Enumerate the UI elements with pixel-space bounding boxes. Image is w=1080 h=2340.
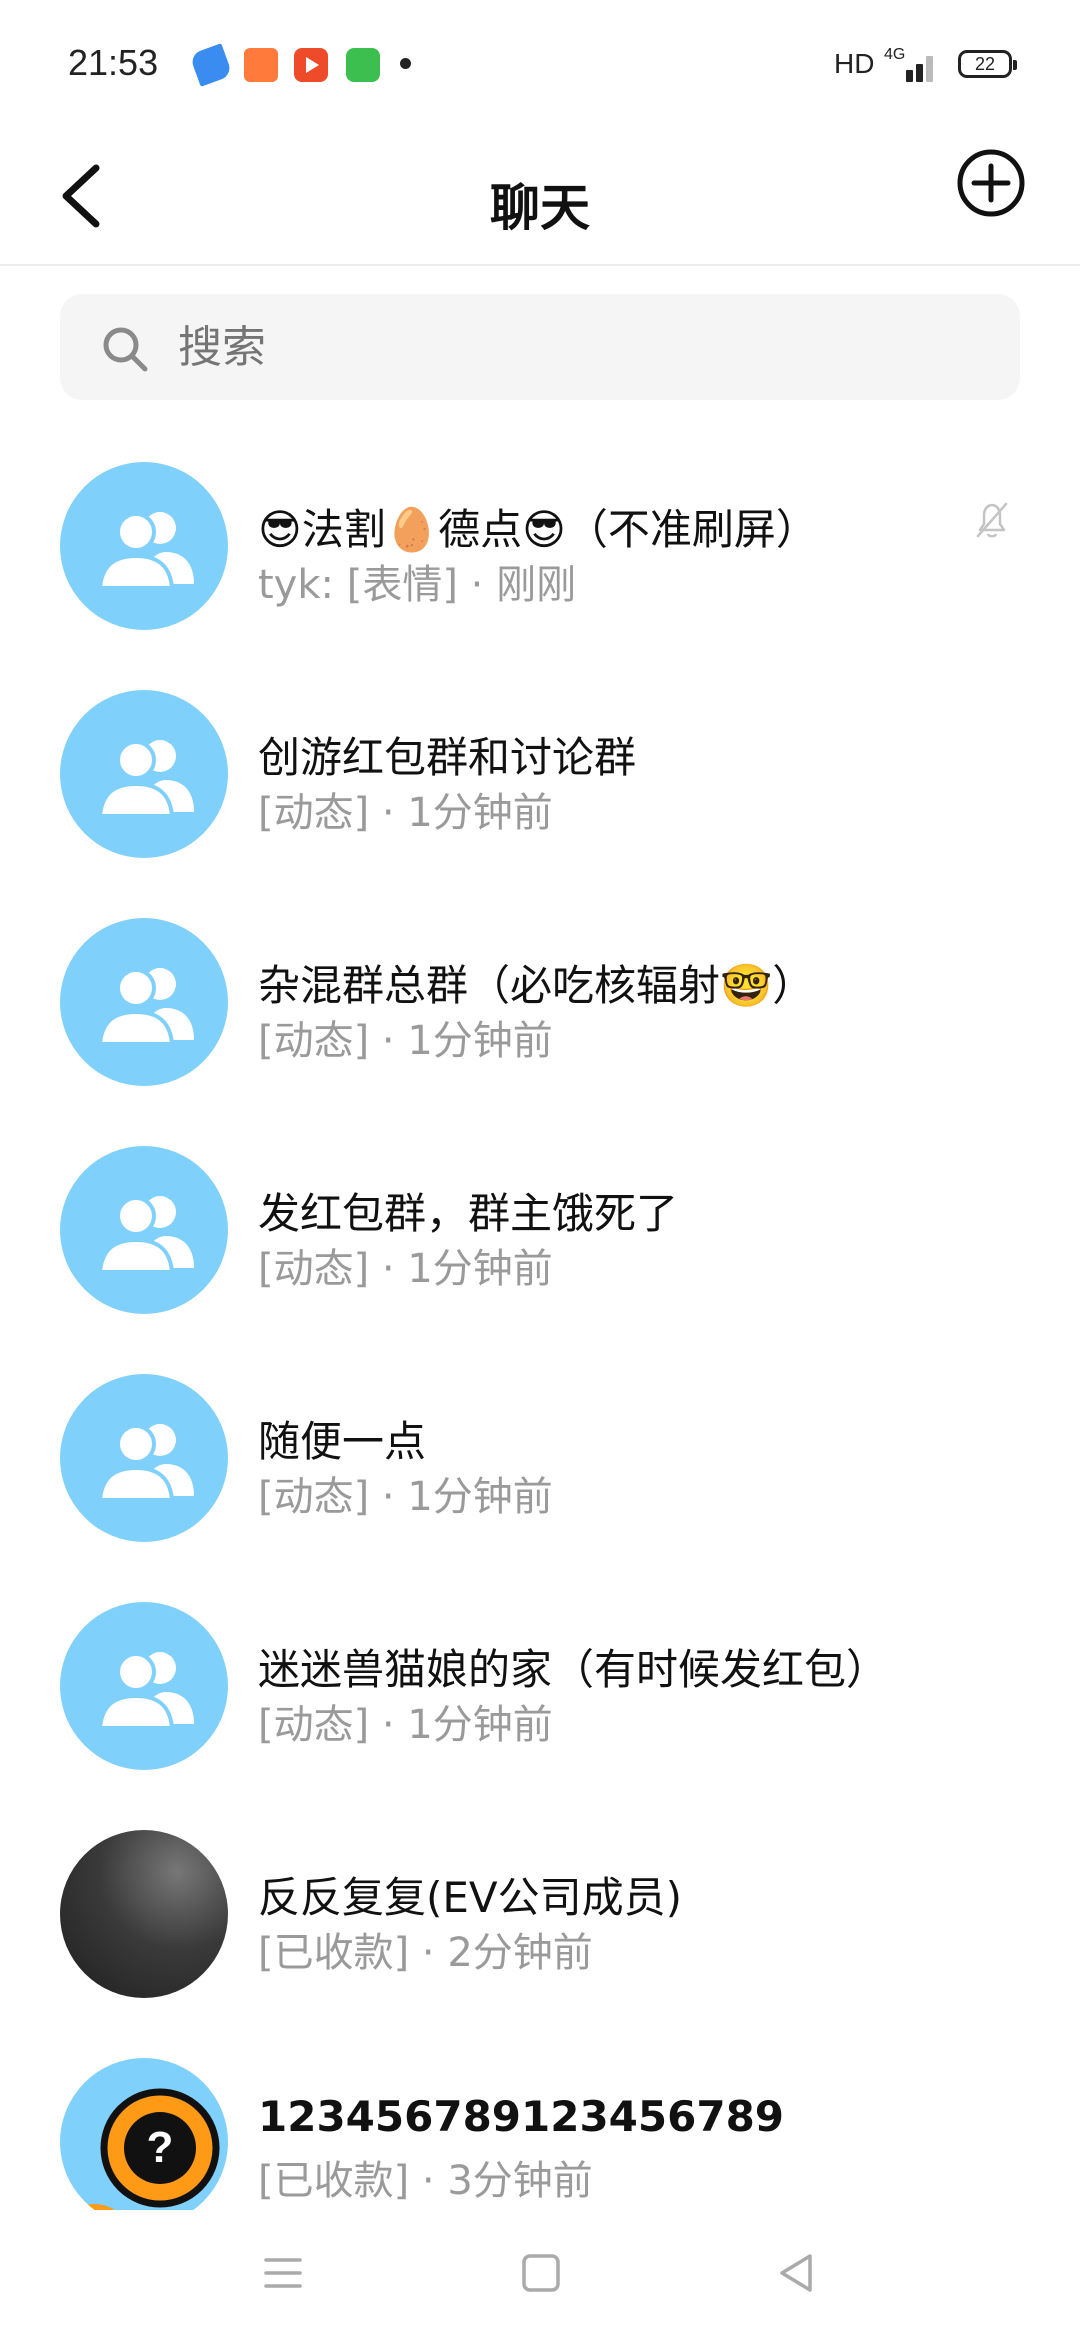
chat-item[interactable]: 创游红包群和讨论群 [动态] · 1分钟前: [0, 668, 1080, 896]
home-square-icon[interactable]: [516, 2248, 566, 2298]
svg-text:?: ?: [147, 2123, 174, 2172]
network-type-label: 4G: [884, 46, 906, 63]
group-avatar: [60, 918, 228, 1086]
cartoon-character-icon: ?: [73, 2088, 220, 2210]
chat-item[interactable]: ? 123456789123456789 [已收款] · 3分钟前: [0, 2036, 1080, 2210]
chat-item[interactable]: 迷迷兽猫娘的家（有时候发红包） [动态] · 1分钟前: [0, 1580, 1080, 1808]
group-avatar: [60, 1602, 228, 1770]
chat-last-message: [已收款] · 2分钟前: [258, 1930, 593, 1976]
game-app-icon: [244, 48, 278, 82]
bell-muted-icon: [976, 502, 1008, 538]
app-header: 聊天: [0, 130, 1080, 266]
chat-name: 123456789123456789: [258, 2092, 785, 2141]
search-icon: [103, 327, 148, 372]
chat-name: 迷迷兽猫娘的家（有时候发红包）: [258, 1645, 889, 1694]
video-app-icon: [294, 48, 328, 82]
chat-name: 随便一点: [258, 1417, 427, 1466]
chat-last-message: [动态] · 1分钟前: [258, 790, 553, 836]
search-input[interactable]: [176, 294, 980, 402]
chat-last-message: [动态] · 1分钟前: [258, 1474, 553, 1520]
user-avatar: [60, 1830, 228, 1998]
menu-icon[interactable]: [258, 2248, 308, 2298]
status-bar: 21:53 HD 4G 22: [0, 0, 1080, 130]
chat-last-message: [动态] · 1分钟前: [258, 1702, 553, 1748]
chat-item[interactable]: 杂混群总群（必吃核辐射🤓） [动态] · 1分钟前: [0, 896, 1080, 1124]
group-icon: [97, 1652, 194, 1730]
search-bar[interactable]: [60, 294, 1020, 402]
blue-app-icon: [189, 43, 233, 87]
chat-name: 创游红包群和讨论群: [258, 733, 637, 782]
hd-label: HD: [834, 48, 875, 79]
chat-last-message: tyk: [表情] · 刚刚: [258, 562, 577, 608]
chat-name: 😎法割🥚德点😎（不准刷屏）: [258, 505, 818, 554]
chat-name: 反反复复(EV公司成员): [258, 1873, 683, 1922]
plus-circle-icon[interactable]: [956, 148, 1026, 218]
group-avatar: [60, 690, 228, 858]
chat-item[interactable]: 😎法割🥚德点😎（不准刷屏） tyk: [表情] · 刚刚: [0, 440, 1080, 668]
group-avatar: [60, 462, 228, 630]
group-avatar: [60, 1146, 228, 1314]
group-icon: [97, 740, 194, 818]
status-time: 21:53: [68, 42, 159, 83]
back-triangle-icon[interactable]: [772, 2248, 822, 2298]
group-avatar: [60, 1374, 228, 1542]
group-icon: [97, 1424, 194, 1502]
chat-item[interactable]: 发红包群，群主饿死了 [动态] · 1分钟前: [0, 1124, 1080, 1352]
chat-name: 发红包群，群主饿死了: [258, 1189, 679, 1238]
green-app-icon: [346, 48, 380, 82]
battery-icon: 22: [958, 50, 1017, 78]
chat-item[interactable]: 随便一点 [动态] · 1分钟前: [0, 1352, 1080, 1580]
group-icon: [97, 1196, 194, 1274]
notification-dot-icon: [400, 58, 411, 69]
user-avatar: ?: [60, 2058, 228, 2210]
chat-last-message: [已收款] · 3分钟前: [258, 2158, 593, 2204]
group-icon: [97, 512, 194, 590]
chat-last-message: [动态] · 1分钟前: [258, 1246, 553, 1292]
chat-last-message: [动态] · 1分钟前: [258, 1018, 553, 1064]
chat-name: 杂混群总群（必吃核辐射🤓）: [258, 961, 815, 1010]
signal-icon: 4G: [884, 46, 940, 82]
page-title: 聊天: [490, 179, 590, 237]
battery-level: 22: [974, 54, 996, 74]
system-nav-bar: [0, 2210, 1080, 2340]
chat-item[interactable]: 反反复复(EV公司成员) [已收款] · 2分钟前: [0, 1808, 1080, 2036]
chat-list: 😎法割🥚德点😎（不准刷屏） tyk: [表情] · 刚刚 创游红包群和讨论群 […: [0, 440, 1080, 2210]
group-icon: [97, 968, 194, 1046]
